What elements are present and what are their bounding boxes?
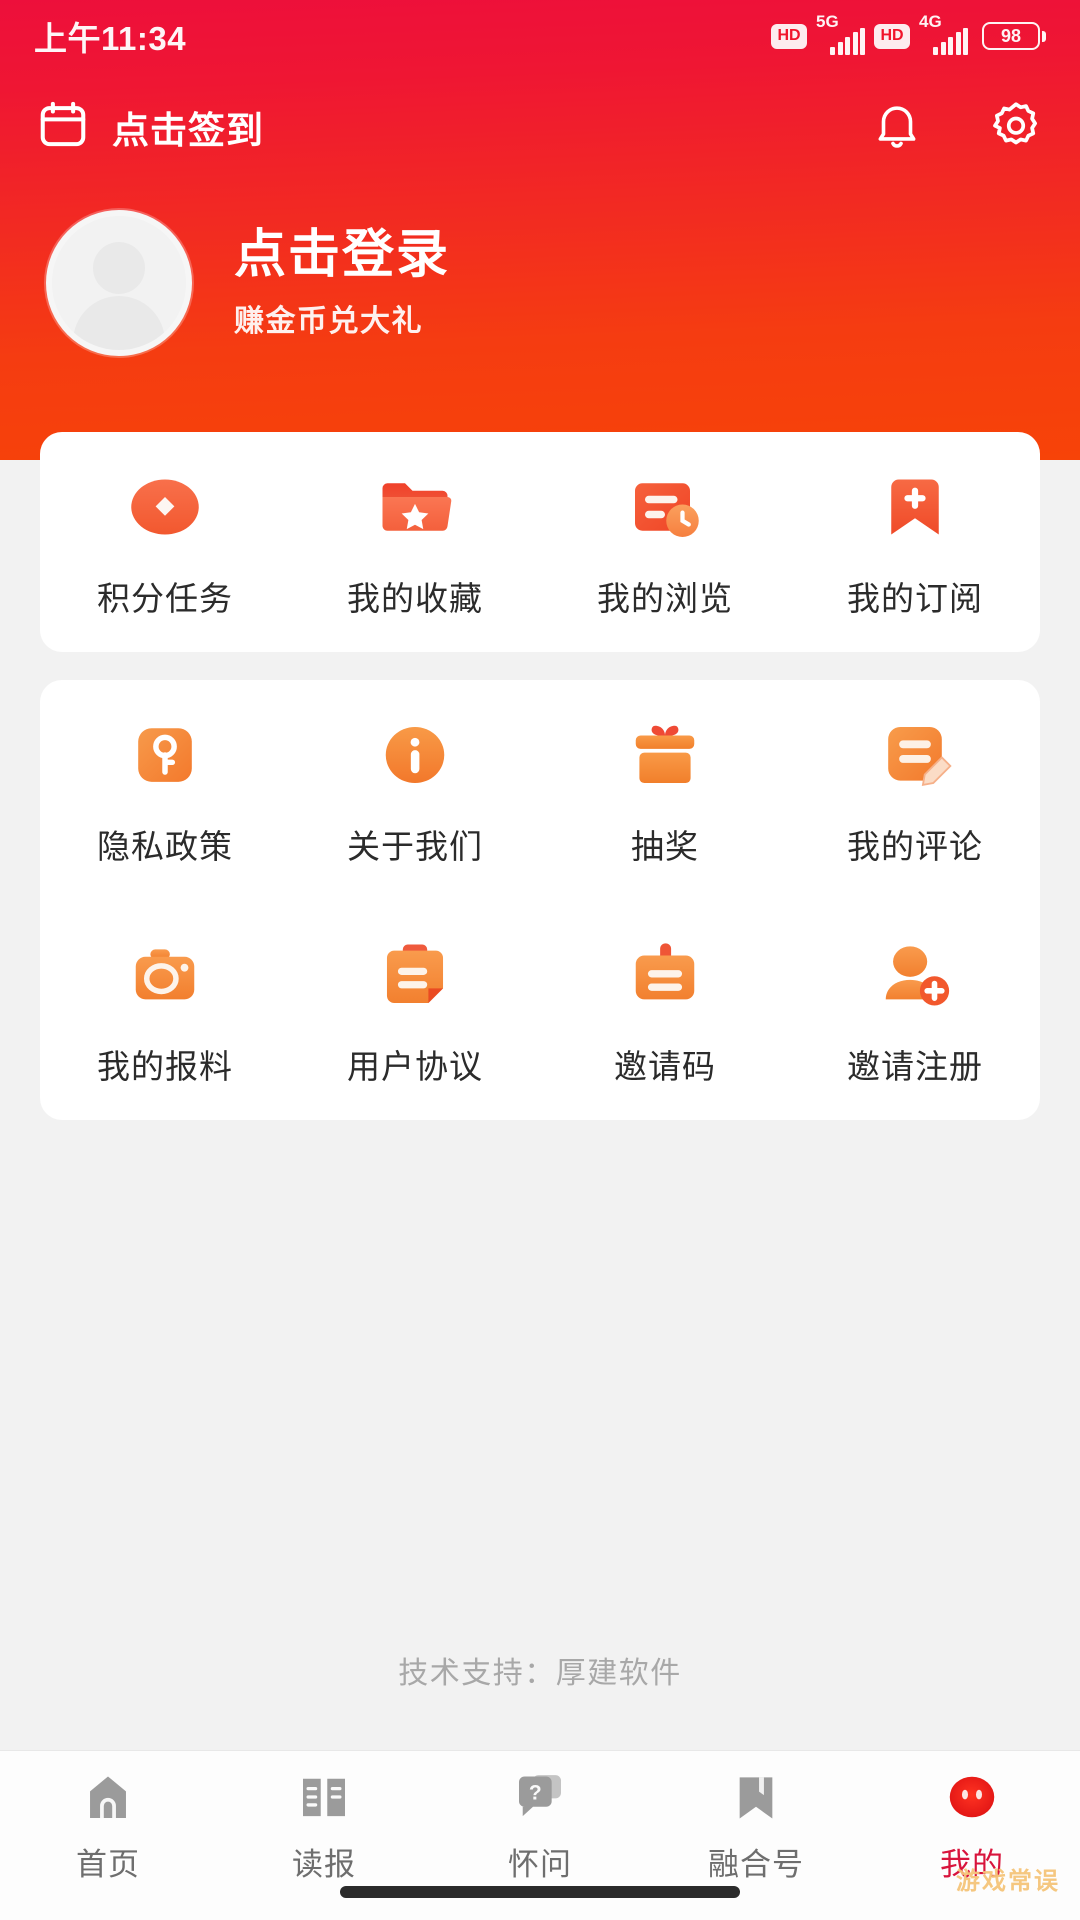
history-icon [622,464,708,550]
document-icon [372,932,458,1018]
top-nav-bar: 点击签到 [0,72,1080,182]
grid-item-label: 我的报料 [97,1048,233,1085]
user-plus-icon [872,932,958,1018]
question-icon: ? [508,1767,572,1827]
battery-nub [1042,30,1046,42]
hd-badge-icon-2: HD [874,23,910,49]
points-task-icon [122,464,208,550]
signal-4g-group: 4G [919,13,968,55]
status-icon-group: HD 5G HD 4G 98 [771,13,1046,55]
book-icon [292,1767,356,1827]
bottom-tab-bar: 首页 读报 ? 怀问 融合号 我的 游戏常误 [0,1750,1080,1920]
tab-label: 首页 [76,1847,140,1882]
profile-text-block: 点击登录 赚金币兑大礼 [234,226,450,340]
hd-badge-icon: HD [771,23,807,49]
grid-item-my-comments[interactable]: 我的评论 [790,680,1040,900]
watermark-text: 游戏常误 [956,1868,1060,1895]
calendar-icon [36,98,90,157]
tab-label: 融合号 [708,1847,804,1882]
grid-item-label: 抽奖 [631,828,699,865]
sign-in-button[interactable]: 点击签到 [36,98,264,157]
more-actions-card: 隐私政策 关于我们 抽奖 我的评论 我的报料 用户协议 邀请码 邀请注册 [40,680,1040,1120]
grid-item-label: 我的订阅 [847,580,983,617]
profile-login-section[interactable]: 点击登录 赚金币兑大礼 [0,208,1080,358]
key-icon [122,712,208,798]
network-type-label-2: 4G [919,12,942,31]
signal-bars-icon-2 [933,28,968,55]
grid-item-label: 我的评论 [847,828,983,865]
info-icon [372,712,458,798]
nav-actions [870,97,1044,158]
more-actions-row-2: 我的报料 用户协议 邀请码 邀请注册 [40,900,1040,1120]
mine-icon [940,1767,1004,1827]
signal-5g-group: 5G [816,13,865,55]
grid-item-privacy-policy[interactable]: 隐私政策 [40,680,290,900]
tech-support-credit: 技术支持：厚建软件 [398,1657,682,1690]
tab-label: 怀问 [508,1847,572,1882]
grid-item-label: 关于我们 [347,828,483,865]
folder-star-icon [372,464,458,550]
home-icon [76,1767,140,1827]
grid-item-label: 我的浏览 [597,580,733,617]
more-actions-row-1: 隐私政策 关于我们 抽奖 我的评论 [40,680,1040,900]
grid-item-label: 邀请码 [614,1048,716,1085]
status-bar: 上午11:34 HD 5G HD 4G 98 [0,0,1080,72]
grid-item-label: 我的收藏 [347,580,483,617]
gift-icon [622,712,708,798]
gear-icon[interactable] [988,97,1044,158]
tab-fusion-account[interactable]: 融合号 [648,1767,864,1884]
grid-item-points-task[interactable]: 积分任务 [40,432,290,652]
quick-actions-card: 积分任务 我的收藏 我的浏览 我的订阅 [40,432,1040,652]
signal-bars-icon [830,28,865,55]
grid-item-my-subscription[interactable]: 我的订阅 [790,432,1040,652]
quick-actions-grid: 积分任务 我的收藏 我的浏览 我的订阅 [40,432,1040,652]
bell-icon[interactable] [870,98,924,157]
bookmark-icon [724,1767,788,1827]
grid-item-label: 积分任务 [97,580,233,617]
tab-read-paper[interactable]: 读报 [216,1767,432,1884]
grid-item-invite-code[interactable]: 邀请码 [540,900,790,1120]
home-indicator[interactable] [340,1886,740,1898]
grid-item-invite-register[interactable]: 邀请注册 [790,900,1040,1120]
bookmark-plus-icon [872,464,958,550]
status-time: 上午11:34 [34,20,187,57]
grid-item-lottery[interactable]: 抽奖 [540,680,790,900]
tab-home[interactable]: 首页 [0,1767,216,1884]
avatar[interactable] [46,210,192,356]
grid-item-user-agreement[interactable]: 用户协议 [290,900,540,1120]
login-title: 点击登录 [234,226,451,285]
grid-item-my-tipoff[interactable]: 我的报料 [40,900,290,1120]
app-root: 上午11:34 HD 5G HD 4G 98 点击签到 点击登录 赚金币兑大礼 … [0,0,1080,1920]
battery-icon: 98 [982,22,1046,50]
tab-ask[interactable]: ? 怀问 [432,1767,648,1884]
grid-item-label: 隐私政策 [97,828,233,865]
grid-item-label: 邀请注册 [847,1048,983,1085]
login-subtitle: 赚金币兑大礼 [234,304,423,338]
camera-icon [122,932,208,1018]
svg-text:?: ? [529,1781,542,1804]
id-card-icon [622,932,708,1018]
grid-item-about-us[interactable]: 关于我们 [290,680,540,900]
comment-edit-icon [872,712,958,798]
battery-level-text: 98 [982,22,1040,50]
sign-in-label: 点击签到 [112,110,264,151]
grid-item-label: 用户协议 [347,1048,483,1085]
grid-item-my-favorites[interactable]: 我的收藏 [290,432,540,652]
grid-item-my-history[interactable]: 我的浏览 [540,432,790,652]
tab-label: 读报 [292,1847,356,1882]
network-type-label: 5G [816,12,839,31]
